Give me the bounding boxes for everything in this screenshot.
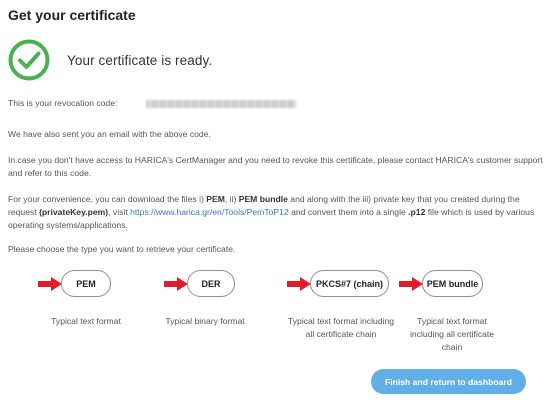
format-option-pkcs7: PKCS#7 (chain) Typical text format inclu…: [283, 270, 403, 345]
pem-bundle-button[interactable]: PEM bundle: [422, 270, 483, 297]
der-button[interactable]: DER: [187, 270, 235, 297]
check-circle-icon: [8, 39, 50, 81]
ready-status: Your certificate is ready.: [8, 39, 212, 81]
pkcs7-description: Typical text format including all certif…: [287, 316, 395, 339]
email-notice: We have also sent you an email with the …: [8, 129, 211, 139]
arrow-right-icon: [38, 277, 62, 291]
ready-message: Your certificate is ready.: [67, 52, 213, 68]
revocation-row: This is your revocation code:: [8, 97, 296, 110]
pem-button[interactable]: PEM: [61, 270, 111, 297]
format-option-pem: PEM Typical text format: [38, 270, 158, 330]
convenience-note: For your convenience, you can download t…: [8, 194, 535, 230]
choose-prompt: Please choose the type you want to retri…: [8, 244, 236, 254]
arrow-right-icon: [164, 277, 188, 291]
format-option-pem-bundle: PEM bundle Typical text format including…: [399, 270, 519, 352]
revocation-label: This is your revocation code:: [8, 98, 118, 108]
arrow-right-icon: [399, 277, 423, 291]
finish-button[interactable]: Finish and return to dashboard: [371, 369, 526, 394]
page-title: Get your certificate: [8, 7, 136, 23]
revocation-code-blurred: [145, 99, 296, 108]
pem-description: Typical text format: [51, 316, 121, 326]
format-option-der: DER Typical binary format: [164, 270, 284, 330]
pkcs7-button[interactable]: PKCS#7 (chain): [310, 270, 389, 297]
contact-notice: In case you don't have access to HARICA'…: [8, 155, 543, 178]
pem-bundle-description: Typical text format including all certif…: [409, 316, 495, 352]
arrow-right-icon: [287, 277, 311, 291]
pemtop12-link[interactable]: https://www.harica.gr/en/Tools/PemToP12: [130, 207, 289, 217]
der-description: Typical binary format: [165, 316, 245, 326]
